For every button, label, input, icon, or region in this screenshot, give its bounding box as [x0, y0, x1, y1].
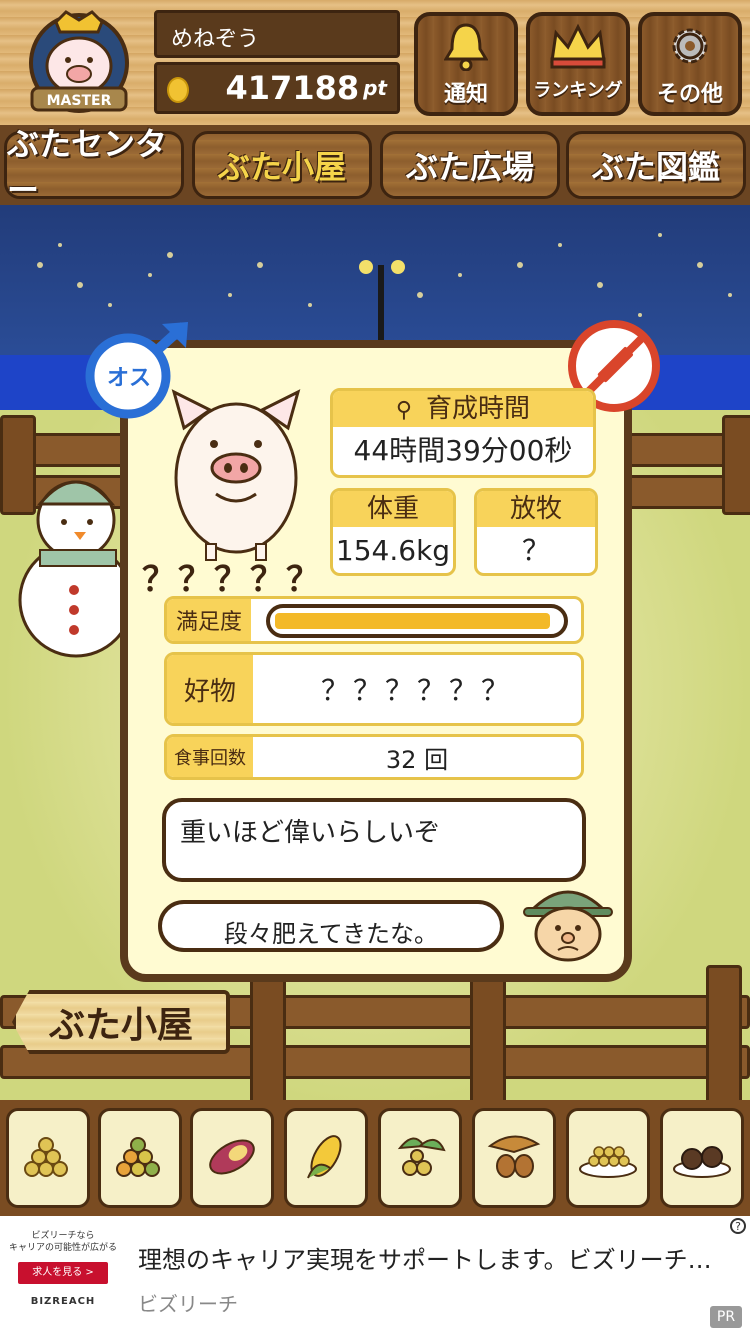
food-slot-7[interactable]	[566, 1108, 650, 1208]
food-slot-8[interactable]	[660, 1108, 744, 1208]
ad-banner[interactable]: ビズリーチなら キャリアの可能性が広がる 求人を見る > BIZREACH 理想…	[0, 1216, 750, 1334]
weight-label: 体重	[333, 491, 453, 527]
header-bar: MASTER めねぞう 417188 pt 通知 ランキング その他	[0, 0, 750, 125]
tab-pig-encyclopedia[interactable]: ぶた図鑑	[566, 131, 746, 199]
meal-count-value: 32 回	[385, 745, 449, 774]
points-unit: pt	[363, 76, 387, 100]
other-button[interactable]: その他	[638, 12, 742, 116]
grain-plate-icon	[576, 1131, 640, 1185]
notifications-label: 通知	[443, 82, 488, 107]
ranking-button[interactable]: ランキング	[526, 12, 630, 116]
user-name: めねぞう	[154, 10, 400, 58]
notifications-button[interactable]: 通知	[414, 12, 518, 116]
main-nav: ぶたセンター ぶた小屋 ぶた広場 ぶた図鑑	[0, 125, 750, 209]
growth-time-card: ⚲ 育成時間 44時間39分00秒	[330, 388, 596, 478]
tab-pig-plaza[interactable]: ぶた広場	[380, 131, 560, 199]
mixed-beans-icon	[110, 1131, 170, 1185]
favorite-food-label: 好物	[167, 655, 253, 723]
hint-bubble: 重いほど偉いらしいぞ	[162, 798, 586, 882]
tab-pig-hut[interactable]: ぶた小屋	[192, 131, 372, 199]
growth-time-value: 44時間39分00秒	[353, 434, 573, 467]
ad-logo: ビズリーチなら キャリアの可能性が広がる 求人を見る > BIZREACH	[8, 1230, 118, 1330]
pig-name: ？？？？？	[142, 560, 322, 600]
grazing-value: ？	[521, 534, 550, 567]
sweet-potato-icon	[202, 1131, 262, 1185]
tab-pig-center[interactable]: ぶたセンター	[4, 125, 184, 209]
farmer-avatar	[520, 872, 616, 962]
ad-pr-badge: PR	[710, 1306, 742, 1328]
satisfaction-gauge-fill	[275, 613, 551, 629]
food-selector-bar	[0, 1100, 750, 1216]
fence-post	[706, 965, 742, 1105]
farmer-speech-bubble: 段々肥えてきたな。	[158, 900, 504, 952]
growth-time-header: ⚲ 育成時間	[333, 391, 593, 427]
meal-count-row: 食事回数 32 回	[164, 734, 584, 780]
ad-cta-button[interactable]: 求人を見る >	[18, 1262, 108, 1284]
farmer-speech-text: 段々肥えてきたな。	[223, 920, 439, 948]
snowman-decoration	[6, 440, 134, 670]
satisfaction-gauge	[266, 604, 568, 638]
food-slot-1[interactable]	[6, 1108, 90, 1208]
tab-label: ぶた図鑑	[591, 148, 720, 186]
weight-card: 体重 154.6kg	[330, 488, 456, 576]
fence-post	[470, 975, 506, 1105]
ad-brand: BIZREACH	[30, 1296, 96, 1307]
master-badge[interactable]: MASTER	[14, 8, 144, 118]
ad-title[interactable]: 理想のキャリア実現をサポートします。ビズリーチ…	[138, 1240, 738, 1275]
fence-post	[250, 975, 286, 1105]
points-display: 417188 pt	[154, 62, 400, 114]
coin-icon	[167, 77, 189, 103]
fence-post	[722, 415, 750, 515]
meatball-plate-icon	[670, 1131, 734, 1185]
soybeans-icon	[18, 1131, 78, 1185]
ad-advertiser: ビズリーチ	[138, 1292, 238, 1316]
growth-time-label: 育成時間	[426, 394, 531, 424]
gear-icon	[642, 16, 738, 76]
gender-label: オス	[106, 366, 151, 391]
points-value: 417188	[225, 69, 360, 107]
hint-text: 重いほど偉いらしいぞ	[180, 818, 441, 848]
food-slot-5[interactable]	[378, 1108, 462, 1208]
tab-label: ぶたセンター	[7, 125, 168, 209]
tab-label: ぶた小屋	[217, 148, 346, 186]
pig-hut-sign: ぶた小屋	[12, 990, 230, 1054]
favorite-food-row: 好物 ？？？？？？	[164, 652, 584, 726]
grazing-card: 放牧 ？	[474, 488, 598, 576]
bell-icon	[418, 16, 514, 76]
food-slot-2[interactable]	[98, 1108, 182, 1208]
food-slot-4[interactable]	[284, 1108, 368, 1208]
favorite-food-value: ？？？？？？	[320, 674, 513, 707]
ad-logo-line1: ビズリーチなら	[31, 1231, 95, 1241]
other-label: その他	[656, 82, 723, 107]
corn-icon	[296, 1128, 356, 1188]
weight-value: 154.6kg	[335, 534, 451, 567]
key-icon: ⚲	[395, 398, 413, 423]
food-slot-6[interactable]	[472, 1108, 556, 1208]
food-slot-3[interactable]	[190, 1108, 274, 1208]
nuts-icon	[390, 1128, 450, 1188]
pig-portrait	[166, 388, 306, 563]
ad-info-icon[interactable]: ?	[730, 1218, 746, 1234]
grazing-label: 放牧	[477, 491, 595, 527]
satisfaction-label: 満足度	[167, 599, 251, 641]
crown-icon	[530, 16, 626, 76]
sign-label: ぶた小屋	[48, 1005, 193, 1046]
tab-label: ぶた広場	[405, 148, 534, 186]
ranking-label: ランキング	[533, 80, 623, 101]
meal-count-label: 食事回数	[167, 737, 253, 777]
ad-logo-line2: キャリアの可能性が広がる	[8, 1243, 117, 1253]
acorn-icon	[484, 1128, 544, 1188]
badge-label: MASTER	[47, 93, 112, 109]
